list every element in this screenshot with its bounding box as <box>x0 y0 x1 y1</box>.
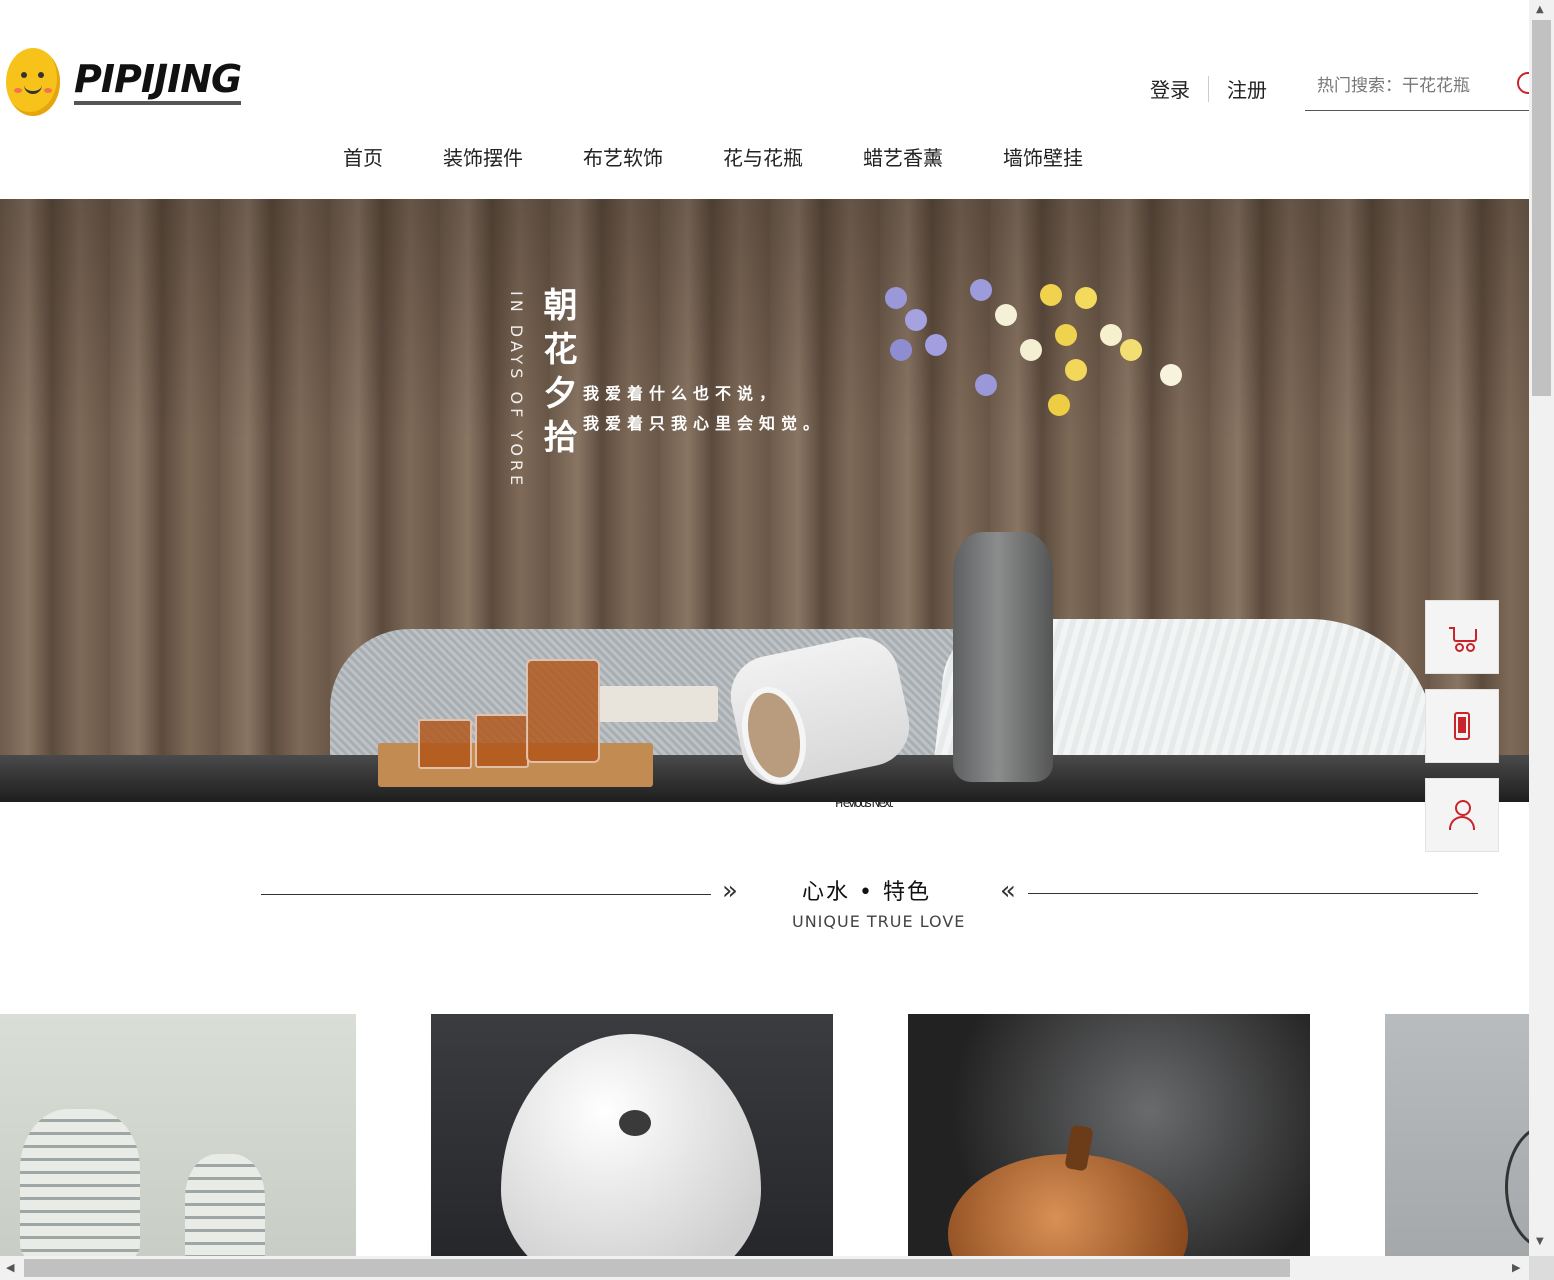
scroll-left-icon[interactable]: ◀ <box>6 1261 14 1274</box>
section-title: 心水 • 特色 <box>802 880 931 905</box>
logo-wordmark: PIPIJING <box>74 59 242 105</box>
tea-glass-image <box>475 714 529 768</box>
pumpkin-incense-image <box>948 1154 1188 1256</box>
hero-banner[interactable]: IN DAYS OF YORE 朝花夕拾 我爱着什么也不说， 我爱着只我心里会知… <box>0 199 1529 802</box>
search-box <box>1305 64 1539 111</box>
float-cart-button[interactable] <box>1425 600 1499 674</box>
product-card[interactable] <box>1385 1014 1529 1256</box>
search-input[interactable] <box>1305 64 1502 96</box>
chevron-right-icon: » <box>722 876 738 906</box>
book-image <box>598 686 718 722</box>
sailor-figurine-image <box>185 1154 265 1256</box>
scrollbar-corner <box>1529 1256 1554 1280</box>
carousel-prev-next[interactable]: Previous Next <box>835 796 894 810</box>
chevron-left-icon: « <box>1000 876 1016 906</box>
vertical-scroll-thumb[interactable] <box>1532 20 1551 396</box>
phone-icon <box>1454 712 1470 740</box>
main-nav: 首页 装饰摆件 布艺软饰 花与花瓶 蜡艺香薰 墙饰壁挂 <box>343 142 1143 171</box>
float-mobile-button[interactable] <box>1425 689 1499 763</box>
login-link[interactable]: 登录 <box>1150 74 1190 103</box>
product-card[interactable] <box>0 1014 356 1256</box>
nav-home[interactable]: 首页 <box>343 142 383 171</box>
hero-poem-line: 我爱着什么也不说， <box>583 384 782 403</box>
nav-decor-ornaments[interactable]: 装饰摆件 <box>443 142 523 171</box>
tea-glass-image <box>418 719 472 769</box>
ceramic-aroma-egg-image <box>501 1034 761 1256</box>
auth-divider <box>1208 75 1209 102</box>
cart-icon <box>1449 627 1477 652</box>
horizontal-scroll-thumb[interactable] <box>24 1259 1290 1277</box>
section-subtitle: UNIQUE TRUE LOVE <box>792 912 966 931</box>
product-card[interactable] <box>431 1014 833 1256</box>
vertical-scrollbar[interactable]: ▲ ▼ <box>1529 0 1554 1256</box>
scroll-up-icon[interactable]: ▲ <box>1536 4 1544 15</box>
nav-flowers-vases[interactable]: 花与花瓶 <box>723 142 803 171</box>
section-divider-right <box>1028 893 1478 894</box>
nav-soft-fabric[interactable]: 布艺软饰 <box>583 142 663 171</box>
sailor-figurine-image <box>20 1109 140 1256</box>
logo-face-icon <box>6 48 60 116</box>
vase-image <box>953 532 1053 782</box>
user-icon <box>1449 800 1475 830</box>
hero-title: 朝花夕拾 <box>537 287 577 463</box>
hero-title-en: IN DAYS OF YORE <box>507 291 526 490</box>
logo[interactable]: PIPIJING <box>6 48 242 116</box>
product-card[interactable] <box>908 1014 1310 1256</box>
horizontal-scrollbar[interactable]: ◀ ▶ <box>0 1256 1529 1280</box>
mirror-ring-image <box>1505 1124 1529 1250</box>
float-user-button[interactable] <box>1425 778 1499 852</box>
hero-poem: 我爱着什么也不说， 我爱着只我心里会知觉。 <box>583 379 825 439</box>
tea-pitcher-image <box>526 659 600 763</box>
auth-links: 登录 注册 <box>1150 74 1267 103</box>
nav-candles-aroma[interactable]: 蜡艺香薰 <box>863 142 943 171</box>
hero-poem-line: 我爱着只我心里会知觉。 <box>583 414 826 433</box>
scroll-down-icon[interactable]: ▼ <box>1536 1236 1544 1247</box>
nav-wall-decor[interactable]: 墙饰壁挂 <box>1003 142 1083 171</box>
section-divider-left <box>261 894 711 895</box>
scroll-right-icon[interactable]: ▶ <box>1512 1261 1520 1274</box>
register-link[interactable]: 注册 <box>1227 74 1267 103</box>
